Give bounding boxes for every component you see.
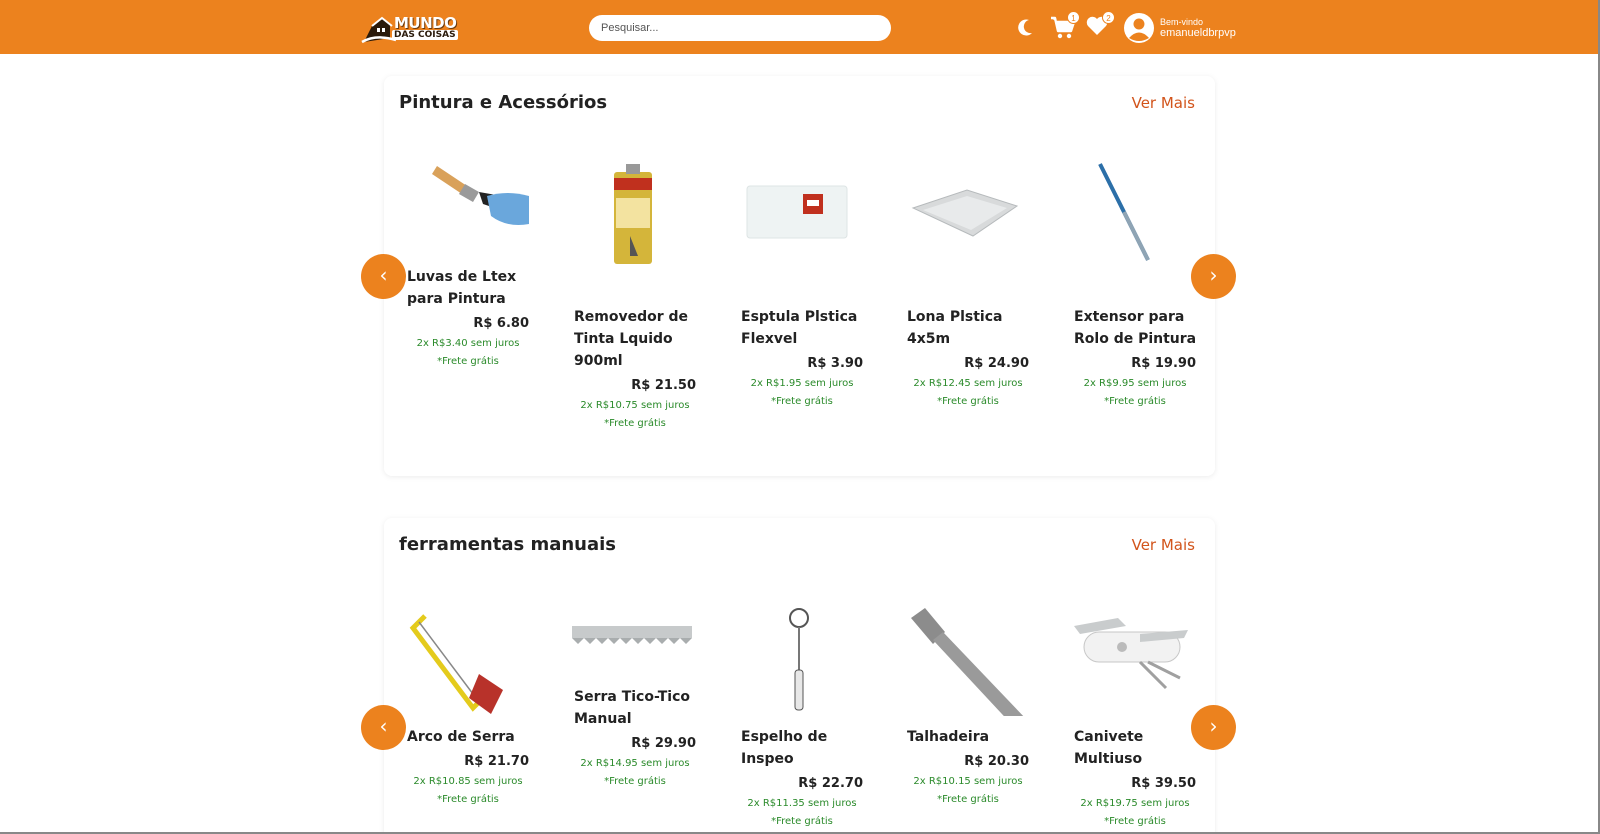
product-installments: 2x R$19.75 sem juros <box>1080 798 1190 809</box>
product-name[interactable]: Canivete Multiuso <box>1074 726 1200 770</box>
welcome-label: Bem-vindo <box>1160 17 1204 27</box>
product-name[interactable]: Espelho de Inspeo <box>741 726 867 770</box>
product-image[interactable] <box>737 604 861 726</box>
see-more-link[interactable]: Ver Mais <box>1132 536 1195 554</box>
product-card[interactable]: Esptula Plstica Flexvel R$ 3.90 2x R$1.9… <box>737 156 867 407</box>
product-installments: 2x R$10.75 sem juros <box>580 400 690 411</box>
favorites-count-badge: 2 <box>1102 11 1115 24</box>
product-card[interactable]: Removedor de Tinta Lquido 900ml R$ 21.50… <box>570 156 700 429</box>
product-price: R$ 19.90 <box>1131 356 1196 371</box>
product-name[interactable]: Talhadeira <box>907 726 1033 748</box>
section-title: Pintura e Acessórios <box>399 92 608 113</box>
top-header: MUNDO DAS COISAS 1 2 Bem-vindo emanueldb… <box>0 0 1600 54</box>
product-image[interactable] <box>737 156 861 306</box>
carousel-next-button[interactable]: › <box>1191 254 1236 299</box>
favorites-button[interactable]: 2 <box>1085 11 1115 40</box>
product-card[interactable]: Lona Plstica 4x5m R$ 24.90 2x R$12.45 se… <box>903 156 1033 407</box>
product-price: R$ 24.90 <box>964 356 1029 371</box>
dark-mode-moon-icon[interactable] <box>1016 14 1036 40</box>
product-name[interactable]: Removedor de Tinta Lquido 900ml <box>574 306 700 372</box>
product-name[interactable]: Luvas de Ltex para Pintura <box>407 266 533 310</box>
see-more-link[interactable]: Ver Mais <box>1132 94 1195 112</box>
carousel-prev-button[interactable]: ‹ <box>361 705 406 750</box>
product-name[interactable]: Serra Tico-Tico Manual <box>574 686 700 730</box>
product-card[interactable]: Luvas de Ltex para Pintura R$ 6.80 2x R$… <box>403 156 533 367</box>
product-installments: 2x R$12.45 sem juros <box>913 378 1023 389</box>
hacksaw-icon <box>409 614 503 714</box>
product-installments: 2x R$10.85 sem juros <box>413 776 523 787</box>
product-shipping: *Frete grátis <box>1104 396 1166 407</box>
product-name[interactable]: Arco de Serra <box>407 726 533 748</box>
product-shipping: *Frete grátis <box>1104 816 1166 827</box>
product-name[interactable]: Extensor para Rolo de Pintura <box>1074 306 1200 350</box>
product-image[interactable] <box>570 604 694 686</box>
paint-remover-can-icon <box>614 164 652 264</box>
product-price: R$ 39.50 <box>1131 776 1196 791</box>
saw-blade-icon <box>572 626 692 644</box>
product-shipping: *Frete grátis <box>437 794 499 805</box>
brand-logo[interactable]: MUNDO DAS COISAS <box>360 12 458 44</box>
product-price: R$ 21.70 <box>464 754 529 769</box>
cart-button[interactable]: 1 <box>1050 11 1080 40</box>
product-card[interactable]: Talhadeira R$ 20.30 2x R$10.15 sem juros… <box>903 604 1033 805</box>
category-section-pintura: Pintura e Acessórios Ver Mais Luvas de L… <box>384 76 1215 476</box>
product-name[interactable]: Lona Plstica 4x5m <box>907 306 1033 350</box>
carousel-next-button[interactable]: › <box>1191 705 1236 750</box>
product-price: R$ 21.50 <box>631 378 696 393</box>
username-label: emanueldbrpvp <box>1160 27 1236 39</box>
product-card[interactable]: Extensor para Rolo de Pintura R$ 19.90 2… <box>1070 156 1200 407</box>
product-card[interactable]: Arco de Serra R$ 21.70 2x R$10.85 sem ju… <box>403 604 533 805</box>
plastic-tarp-icon <box>911 189 1019 237</box>
product-name[interactable]: Esptula Plstica Flexvel <box>741 306 867 350</box>
product-image[interactable] <box>570 156 694 306</box>
paint-brush-icon <box>432 166 529 225</box>
product-installments: 2x R$3.40 sem juros <box>416 338 520 349</box>
product-price: R$ 3.90 <box>807 356 863 371</box>
product-image[interactable] <box>903 604 1027 728</box>
product-shipping: *Frete grátis <box>604 776 666 787</box>
product-installments: 2x R$9.95 sem juros <box>1083 378 1187 389</box>
product-shipping: *Frete grátis <box>937 396 999 407</box>
product-card[interactable]: Serra Tico-Tico Manual R$ 29.90 2x R$14.… <box>570 604 700 787</box>
product-shipping: *Frete grátis <box>771 816 833 827</box>
product-price: R$ 22.70 <box>798 776 863 791</box>
cart-count-badge: 1 <box>1067 11 1080 24</box>
product-shipping: *Frete grátis <box>771 396 833 407</box>
category-section-ferramentas: ferramentas manuais Ver Mais Arco de Ser… <box>384 518 1215 834</box>
product-installments: 2x R$10.15 sem juros <box>913 776 1023 787</box>
product-image[interactable] <box>1070 156 1194 306</box>
user-avatar-icon[interactable] <box>1124 13 1154 43</box>
extension-pole-icon <box>1098 163 1150 261</box>
product-price: R$ 6.80 <box>473 316 529 331</box>
product-installments: 2x R$14.95 sem juros <box>580 758 690 769</box>
plastic-spatula-icon <box>746 185 848 239</box>
product-card[interactable]: Espelho de Inspeo R$ 22.70 2x R$11.35 se… <box>737 604 867 827</box>
product-shipping: *Frete grátis <box>604 418 666 429</box>
user-welcome[interactable]: Bem-vindo emanueldbrpvp <box>1160 17 1236 39</box>
section-title: ferramentas manuais <box>399 534 617 555</box>
product-image[interactable] <box>903 156 1027 306</box>
product-price: R$ 20.30 <box>964 754 1029 769</box>
product-image[interactable] <box>403 156 529 266</box>
product-installments: 2x R$1.95 sem juros <box>750 378 854 389</box>
carousel-prev-button[interactable]: ‹ <box>361 254 406 299</box>
product-image[interactable] <box>1070 604 1194 726</box>
search-input[interactable] <box>589 15 891 41</box>
chisel-icon <box>911 608 1027 728</box>
pocket-knife-icon <box>1074 618 1188 690</box>
product-shipping: *Frete grátis <box>437 356 499 367</box>
brand-name-line2: DAS COISAS <box>392 30 458 40</box>
product-image[interactable] <box>403 604 527 726</box>
product-card[interactable]: Canivete Multiuso R$ 39.50 2x R$19.75 se… <box>1070 604 1200 827</box>
inspection-mirror-icon <box>789 608 809 711</box>
product-installments: 2x R$11.35 sem juros <box>747 798 857 809</box>
product-price: R$ 29.90 <box>631 736 696 751</box>
product-shipping: *Frete grátis <box>937 794 999 805</box>
